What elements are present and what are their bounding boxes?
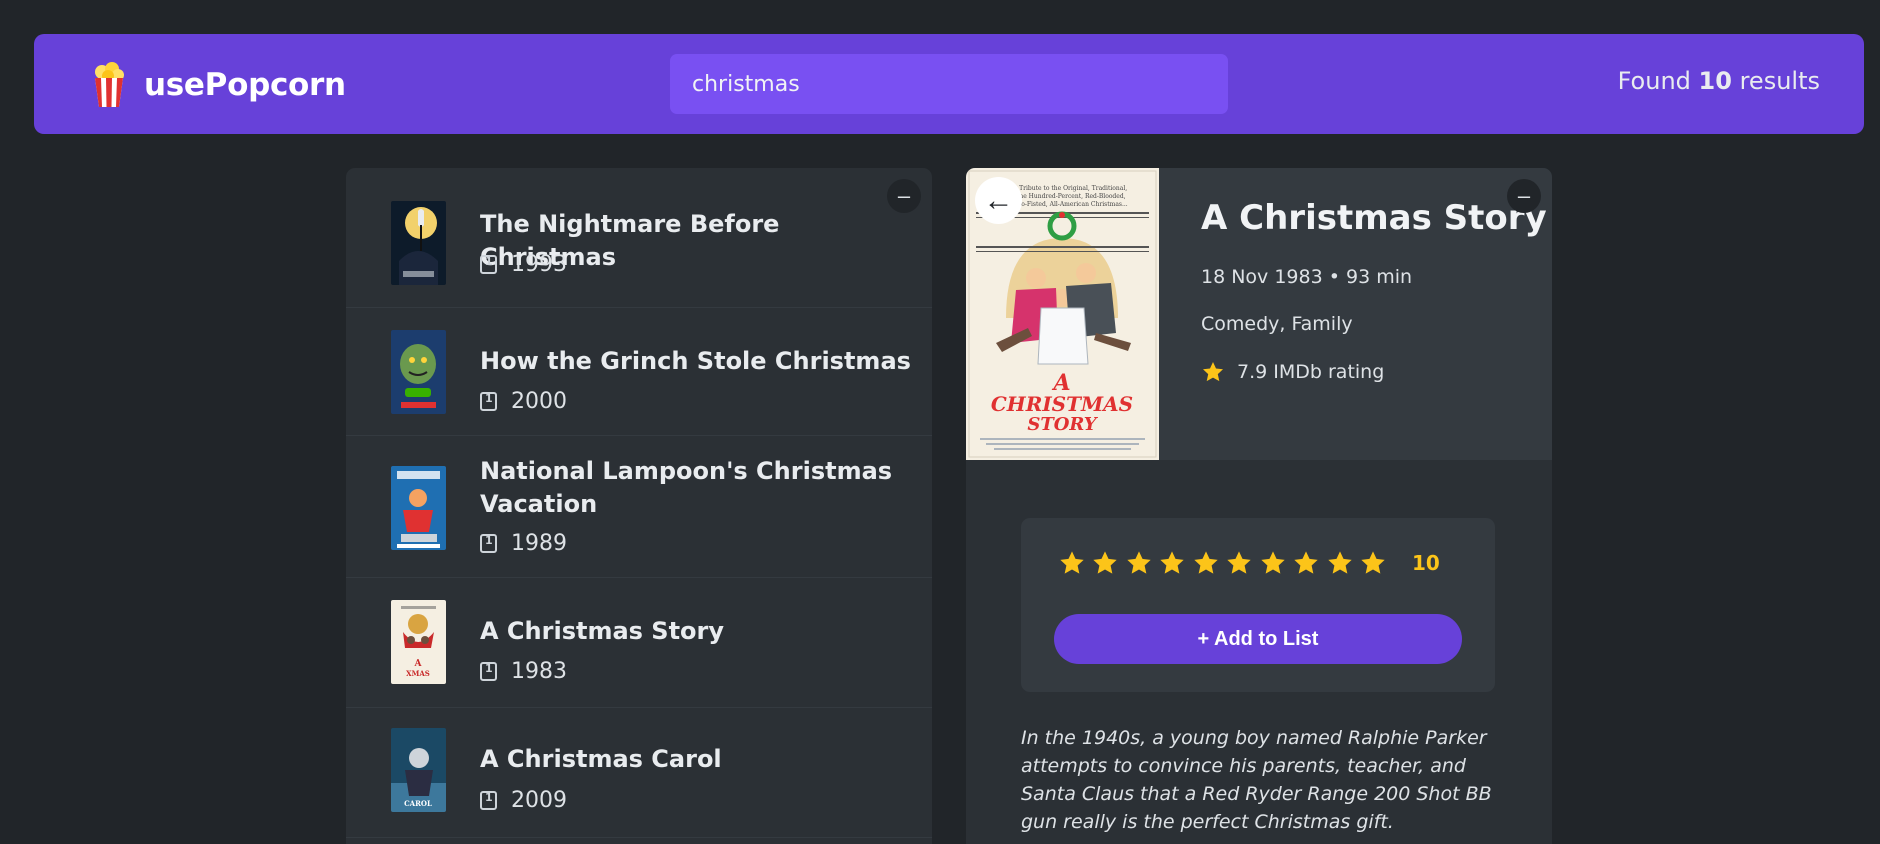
detail-header: A Tribute to the Original, Traditional, … — [966, 168, 1552, 460]
movie-title: A Christmas Carol — [480, 745, 722, 773]
svg-text:A Tribute to the Original, Tra: A Tribute to the Original, Traditional, — [1012, 185, 1127, 192]
movie-poster-thumbnail — [391, 330, 446, 414]
movie-poster-thumbnail: A XMAS — [391, 600, 446, 684]
star-icon — [1203, 362, 1223, 382]
calendar-icon — [480, 255, 497, 274]
search-input[interactable] — [670, 54, 1228, 114]
results-suffix: results — [1739, 67, 1820, 95]
movie-year-value: 1993 — [511, 252, 567, 277]
movie-list-item[interactable]: The Nightmare Before Christmas 1993 — [346, 168, 932, 308]
results-number: 10 — [1698, 67, 1732, 95]
rating-star-icon[interactable] — [1290, 548, 1324, 578]
rating-star-icon[interactable] — [1357, 548, 1391, 578]
list-toggle-button[interactable]: – — [887, 179, 921, 213]
results-count: Found 10 results — [1618, 67, 1820, 95]
movie-year: 1983 — [480, 659, 567, 684]
movie-year-value: 1989 — [511, 531, 567, 556]
star-rating-value: 10 — [1412, 551, 1440, 575]
imdb-rating: 7.9 IMDb rating — [1201, 360, 1384, 384]
movie-list-item[interactable]: A XMAS A Christmas Story 1983 — [346, 578, 932, 708]
release-runtime: 18 Nov 1983 • 93 min — [1201, 266, 1413, 288]
logo: usePopcorn — [92, 62, 346, 108]
plot-summary: In the 1940s, a young boy named Ralphie … — [1021, 727, 1492, 833]
logo-text: usePopcorn — [144, 67, 346, 103]
calendar-icon — [480, 662, 497, 681]
svg-text:STORY: STORY — [1027, 414, 1098, 435]
rating-star-icon[interactable] — [1223, 548, 1257, 578]
detail-toggle-button[interactable]: – — [1507, 179, 1541, 213]
movie-year-value: 2000 — [511, 389, 567, 414]
popcorn-icon — [95, 62, 124, 107]
movie-year: 1989 — [480, 531, 567, 556]
calendar-icon — [480, 534, 497, 553]
detail-title: A Christmas Story — [1201, 198, 1547, 238]
back-button[interactable]: ← — [975, 177, 1022, 224]
movie-title: How the Grinch Stole Christmas — [480, 347, 911, 375]
rating-star-icon[interactable] — [1055, 548, 1089, 578]
movie-title: A Christmas Story — [480, 617, 725, 645]
movie-poster-thumbnail — [391, 201, 446, 285]
svg-text:A: A — [414, 659, 423, 669]
movie-list-box: – The Nightmare Before Christmas 1993 — [346, 168, 932, 844]
rating-star-icon[interactable] — [1156, 548, 1190, 578]
results-prefix: Found — [1617, 67, 1691, 95]
calendar-icon — [480, 791, 497, 810]
rating-star-icon[interactable] — [1189, 548, 1223, 578]
movie-title: National Lampoon's Christmas Vacation — [480, 457, 893, 518]
movie-year-value: 1983 — [511, 659, 567, 684]
movie-list-item[interactable]: CAROL A Christmas Carol 2009 — [346, 708, 932, 838]
movie-list-item[interactable]: How the Grinch Stole Christmas 2000 — [346, 308, 932, 436]
calendar-icon — [480, 392, 497, 411]
imdb-rating-text: 7.9 IMDb rating — [1237, 361, 1385, 383]
svg-text:Two-Fisted, All-American Chris: Two-Fisted, All-American Christmas... — [1012, 201, 1128, 208]
movie-list-item[interactable]: National Lampoon's Christmas Vacation 19… — [346, 436, 932, 578]
svg-text:One Hundred-Percent, Red-Blood: One Hundred-Percent, Red-Blooded, — [1014, 193, 1125, 200]
nav-bar: usePopcorn Found 10 results — [34, 34, 1864, 134]
movie-poster-thumbnail — [391, 466, 446, 550]
svg-text:XMAS: XMAS — [406, 669, 430, 678]
svg-text:CHRISTMAS: CHRISTMAS — [991, 392, 1133, 416]
user-rating-box: 10 + Add to List — [1021, 518, 1495, 692]
rating-star-icon[interactable] — [1122, 548, 1156, 578]
svg-text:CAROL: CAROL — [404, 799, 432, 808]
genre: Comedy, Family — [1201, 313, 1353, 335]
rating-star-icon[interactable] — [1323, 548, 1357, 578]
add-to-list-button[interactable]: + Add to List — [1054, 614, 1462, 664]
movie-year: 1993 — [480, 252, 567, 277]
rating-star-icon[interactable] — [1089, 548, 1123, 578]
movie-year: 2000 — [480, 389, 567, 414]
star-rating: 10 — [1055, 548, 1440, 578]
movie-detail-box: A Tribute to the Original, Traditional, … — [966, 168, 1552, 844]
movie-year-value: 2009 — [511, 788, 567, 813]
movie-year: 2009 — [480, 788, 567, 813]
movie-poster-thumbnail: CAROL — [391, 728, 446, 812]
rating-star-icon[interactable] — [1256, 548, 1290, 578]
